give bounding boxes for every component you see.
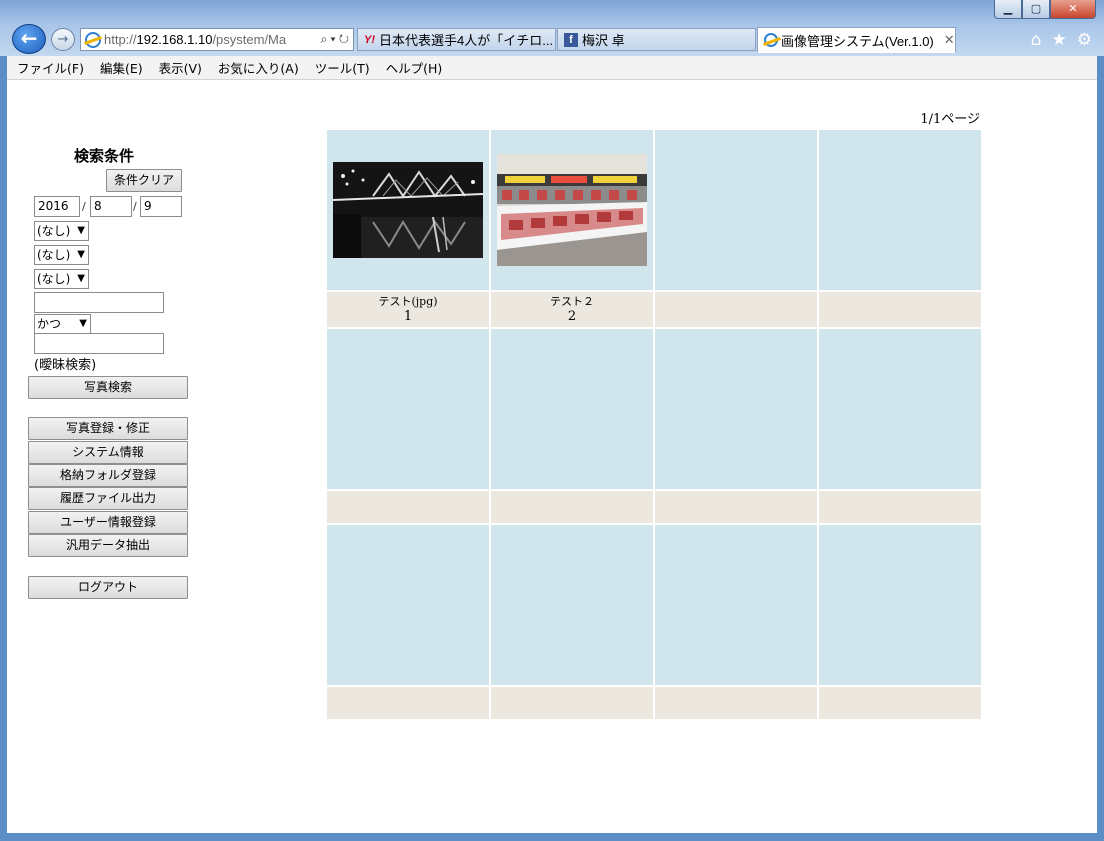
photo-number: 2 bbox=[567, 309, 577, 324]
photo-caption-empty bbox=[819, 292, 981, 327]
menu-view[interactable]: 表示(V) bbox=[159, 58, 202, 77]
close-tab-icon[interactable]: ✕ bbox=[934, 32, 955, 48]
chevron-down-icon: ▼ bbox=[77, 225, 85, 236]
keyword-input-1[interactable] bbox=[34, 292, 164, 313]
gear-icon[interactable]: ⚙ bbox=[1077, 30, 1092, 50]
favorites-star-icon[interactable]: ★ bbox=[1052, 30, 1067, 50]
photo-cell-empty bbox=[655, 329, 817, 489]
photo-caption: テスト(jpg) 1 bbox=[327, 292, 489, 327]
photo-cell[interactable] bbox=[327, 130, 489, 290]
fuzzy-search-note: (曖昧検索) bbox=[34, 358, 97, 373]
photo-caption-empty bbox=[655, 292, 817, 327]
ie-icon bbox=[85, 31, 101, 48]
menu-favorites[interactable]: お気に入り(A) bbox=[218, 58, 299, 77]
storage-folder-button[interactable]: 格納フォルダ登録 bbox=[28, 464, 188, 487]
menu-bar: ファイル(F) 編集(E) 表示(V) お気に入り(A) ツール(T) ヘルプ(… bbox=[7, 56, 1097, 80]
browser-chrome: ▁ ▢ ✕ ← → http://192.168.1.10/psystem/Ma… bbox=[0, 0, 1104, 56]
photo-cell[interactable] bbox=[491, 130, 653, 290]
search-conditions-title: 検索条件 bbox=[74, 147, 135, 165]
photo-cell-empty bbox=[819, 329, 981, 489]
photo-caption-empty bbox=[327, 491, 489, 523]
yahoo-icon: Y! bbox=[364, 33, 375, 46]
user-register-button[interactable]: ユーザー情報登録 bbox=[28, 511, 188, 534]
arrow-right-icon: → bbox=[57, 32, 69, 47]
photo-caption: テスト２ 2 bbox=[491, 292, 653, 327]
keyword-input-2[interactable] bbox=[34, 333, 164, 354]
night-photo-image bbox=[333, 162, 483, 258]
maximize-button[interactable]: ▢ bbox=[1022, 0, 1050, 19]
tab-yahoo[interactable]: Y! 日本代表選手4人が「イチロ... bbox=[357, 28, 556, 51]
photo-caption-empty bbox=[819, 687, 981, 719]
tab-facebook[interactable]: f 梅沢 卓 bbox=[557, 28, 756, 51]
photo-caption-empty bbox=[819, 491, 981, 523]
search-refresh-icon[interactable]: ⌕ ▾ ↻ bbox=[316, 32, 353, 47]
photo-cell-empty bbox=[819, 525, 981, 685]
date-separator: / bbox=[133, 200, 137, 213]
day-input[interactable]: 9 bbox=[140, 196, 182, 217]
photo-cell-empty bbox=[327, 329, 489, 489]
photo-number: 1 bbox=[403, 309, 413, 324]
arrow-left-icon: ← bbox=[20, 26, 38, 50]
history-export-button[interactable]: 履歴ファイル出力 bbox=[28, 487, 188, 510]
tab-label: 梅沢 卓 bbox=[582, 33, 625, 48]
photo-title: テスト(jpg) bbox=[378, 295, 438, 308]
chevron-down-icon: ▼ bbox=[77, 273, 85, 284]
menu-help[interactable]: ヘルプ(H) bbox=[386, 58, 443, 77]
category-select-1[interactable]: (なし) ▼ bbox=[34, 221, 89, 241]
photo-cell-empty bbox=[327, 525, 489, 685]
tab-label: 日本代表選手4人が「イチロ... bbox=[379, 33, 554, 48]
store-shelf-thumbnail[interactable] bbox=[497, 154, 647, 266]
data-extract-button[interactable]: 汎用データ抽出 bbox=[28, 534, 188, 557]
category-select-3[interactable]: (なし) ▼ bbox=[34, 269, 89, 289]
page-content: 検索条件 条件クリア 2016 / 8 / 9 (なし) ▼ (なし) ▼ (なし)… bbox=[7, 80, 1097, 833]
minimize-button[interactable]: ▁ bbox=[994, 0, 1022, 19]
month-input[interactable]: 8 bbox=[90, 196, 132, 217]
chevron-down-icon: ▼ bbox=[79, 318, 87, 329]
photo-caption-empty bbox=[655, 687, 817, 719]
page-indicator: 1/1ページ bbox=[920, 112, 980, 127]
menu-tools[interactable]: ツール(T) bbox=[315, 58, 370, 77]
forward-button[interactable]: → bbox=[51, 28, 75, 51]
photo-caption-empty bbox=[491, 687, 653, 719]
ie-icon bbox=[764, 33, 778, 47]
photo-cell-empty bbox=[655, 525, 817, 685]
window-controls: ▁ ▢ ✕ bbox=[994, 0, 1096, 19]
system-info-button[interactable]: システム情報 bbox=[28, 441, 188, 464]
photo-caption-empty bbox=[491, 491, 653, 523]
back-button[interactable]: ← bbox=[12, 24, 46, 54]
photo-cell-empty bbox=[491, 525, 653, 685]
photo-cell-empty bbox=[491, 329, 653, 489]
tab-image-system[interactable]: 画像管理システム(Ver.1.0) ✕ bbox=[757, 27, 956, 53]
photo-title: テスト２ bbox=[550, 295, 594, 308]
photo-caption-empty bbox=[655, 491, 817, 523]
address-url[interactable]: http://192.168.1.10/psystem/Ma bbox=[104, 32, 286, 47]
photo-cell-empty bbox=[655, 130, 817, 290]
photo-register-button[interactable]: 写真登録・修正 bbox=[28, 417, 188, 440]
store-photo-image bbox=[497, 154, 647, 266]
photo-cell-empty bbox=[819, 130, 981, 290]
category-select-2[interactable]: (なし) ▼ bbox=[34, 245, 89, 265]
night-illumination-thumbnail[interactable] bbox=[333, 162, 483, 258]
tab-label: 画像管理システム(Ver.1.0) bbox=[781, 33, 934, 49]
year-input[interactable]: 2016 bbox=[34, 196, 80, 217]
menu-file[interactable]: ファイル(F) bbox=[17, 58, 84, 77]
logout-button[interactable]: ログアウト bbox=[28, 576, 188, 599]
address-bar[interactable]: http://192.168.1.10/psystem/Ma ⌕ ▾ ↻ bbox=[80, 28, 354, 51]
photo-caption-empty bbox=[327, 687, 489, 719]
logic-select[interactable]: かつ ▼ bbox=[34, 314, 91, 334]
close-window-button[interactable]: ✕ bbox=[1050, 0, 1096, 19]
date-separator: / bbox=[82, 200, 86, 213]
photo-grid: テスト(jpg) 1 テスト２ 2 bbox=[327, 130, 983, 721]
menu-edit[interactable]: 編集(E) bbox=[100, 58, 143, 77]
clear-conditions-button[interactable]: 条件クリア bbox=[106, 169, 182, 192]
facebook-icon: f bbox=[564, 32, 578, 47]
browser-tools: ⌂ ★ ⚙ bbox=[1031, 30, 1092, 50]
photo-search-button[interactable]: 写真検索 bbox=[28, 376, 188, 399]
chevron-down-icon: ▼ bbox=[77, 249, 85, 260]
home-icon[interactable]: ⌂ bbox=[1031, 30, 1042, 50]
